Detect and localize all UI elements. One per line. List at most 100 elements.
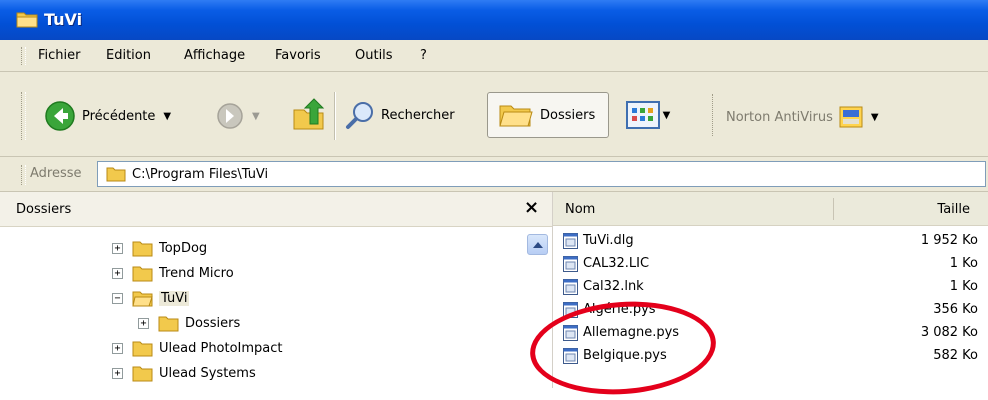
search-label: Rechercher	[381, 107, 455, 123]
up-folder-button[interactable]	[292, 98, 326, 132]
address-path: C:\Program Files\TuVi	[132, 166, 269, 182]
folder-icon	[16, 12, 38, 28]
scroll-up-button[interactable]	[527, 234, 548, 255]
menu-favoris[interactable]: Favoris	[275, 48, 321, 63]
folders-label: Dossiers	[540, 107, 596, 123]
folder-icon	[132, 266, 153, 282]
file-icon	[563, 302, 578, 318]
chevron-up-icon	[532, 242, 543, 248]
address-field[interactable]: C:\Program Files\TuVi	[97, 161, 986, 187]
norton-icon	[839, 106, 863, 128]
file-size: 1 Ko	[949, 279, 978, 294]
file-row[interactable]: TuVi.dlg 1 952 Ko	[563, 230, 978, 253]
tree-item-dossiers[interactable]: + Dossiers	[138, 311, 240, 335]
expand-icon[interactable]: +	[112, 367, 123, 379]
norton-label: Norton AntiVirus	[726, 109, 833, 125]
folders-pane: Dossiers × + TopDog + Trend Micro − TuVi…	[0, 192, 553, 388]
menu-affichage[interactable]: Affichage	[184, 48, 245, 63]
forward-arrow-icon	[217, 103, 243, 129]
folder-icon	[132, 366, 153, 382]
folders-button[interactable]: Dossiers	[487, 92, 609, 138]
back-button[interactable]: Précédente ▼	[44, 100, 171, 132]
toolbar-grip[interactable]	[21, 92, 26, 140]
file-name: Allemagne.pys	[583, 325, 680, 340]
tree-item-label: Ulead Systems	[159, 365, 256, 381]
forward-dropdown-icon[interactable]: ▼	[252, 111, 260, 122]
toolbar: Précédente ▼ ▼ Rechercher Dossiers ▼ Nor…	[0, 72, 988, 157]
views-icon	[625, 101, 660, 129]
folders-pane-header: Dossiers ×	[0, 192, 552, 227]
menu-help[interactable]: ?	[420, 48, 427, 63]
toolbar-separator	[334, 92, 336, 140]
file-list-header: Nom Taille	[553, 192, 988, 226]
tree-item-trend-micro[interactable]: + Trend Micro	[112, 261, 234, 285]
file-name: Belgique.pys	[583, 348, 667, 363]
back-arrow-icon	[45, 101, 75, 131]
menu-bar: Fichier Edition Affichage Favoris Outils…	[0, 40, 988, 72]
file-row[interactable]: Allemagne.pys 3 082 Ko	[563, 322, 978, 345]
tree-item-tuvi[interactable]: − TuVi	[112, 286, 190, 310]
file-icon	[563, 325, 578, 341]
file-name: Cal32.lnk	[583, 279, 644, 294]
back-label: Précédente	[82, 108, 156, 124]
file-row[interactable]: Cal32.lnk 1 Ko	[563, 276, 978, 299]
shortcut-file-icon	[563, 279, 578, 295]
tree-item-label: Trend Micro	[159, 265, 234, 281]
norton-dropdown-icon[interactable]: ▼	[871, 112, 879, 123]
menu-outils[interactable]: Outils	[355, 48, 393, 63]
file-size: 356 Ko	[933, 302, 978, 317]
address-label: Adresse	[30, 166, 82, 181]
title-bar[interactable]: TuVi	[0, 0, 988, 40]
tree-item-label: Dossiers	[185, 315, 241, 331]
tree-item-topdog[interactable]: + TopDog	[112, 236, 207, 260]
tree-item-ulead-systems[interactable]: + Ulead Systems	[112, 361, 256, 385]
address-grip[interactable]	[21, 165, 26, 185]
folder-icon	[106, 167, 126, 182]
file-size: 3 082 Ko	[920, 325, 978, 340]
menu-grip[interactable]	[21, 47, 26, 65]
file-row[interactable]: CAL32.LIC 1 Ko	[563, 253, 978, 276]
norton-antivirus-button[interactable]: Norton AntiVirus ▼	[726, 106, 879, 128]
file-name: Algérie.pys	[583, 302, 656, 317]
file-size: 1 Ko	[949, 256, 978, 271]
window-title: TuVi	[44, 10, 83, 29]
file-icon	[563, 348, 578, 364]
norton-grip[interactable]	[712, 94, 716, 136]
back-dropdown-icon[interactable]: ▼	[163, 111, 171, 122]
search-button[interactable]: Rechercher	[345, 100, 455, 130]
file-icon	[563, 233, 578, 249]
open-folder-icon	[132, 291, 153, 307]
file-row[interactable]: Belgique.pys 582 Ko	[563, 345, 978, 368]
file-size: 1 952 Ko	[920, 233, 978, 248]
up-folder-icon	[293, 98, 325, 130]
close-icon[interactable]: ×	[524, 197, 539, 218]
folder-icon	[132, 341, 153, 357]
tree-item-ulead-photoimpact[interactable]: + Ulead PhotoImpact	[112, 336, 283, 360]
file-icon	[563, 256, 578, 272]
views-button[interactable]: ▼	[616, 94, 680, 136]
column-header-name[interactable]: Nom	[565, 202, 595, 217]
expand-icon[interactable]: +	[138, 317, 149, 329]
file-list-pane: Nom Taille TuVi.dlg 1 952 Ko CAL32.LIC 1…	[553, 192, 988, 388]
folders-pane-title: Dossiers	[16, 202, 72, 217]
file-row[interactable]: Algérie.pys 356 Ko	[563, 299, 978, 322]
views-dropdown-icon[interactable]: ▼	[663, 110, 671, 121]
search-icon	[346, 102, 373, 129]
tree-item-label: TuVi	[159, 290, 190, 306]
file-size: 582 Ko	[933, 348, 978, 363]
file-name: TuVi.dlg	[583, 233, 634, 248]
expand-icon[interactable]: +	[112, 242, 123, 254]
file-name: CAL32.LIC	[583, 256, 650, 271]
menu-edition[interactable]: Edition	[106, 48, 151, 63]
forward-button[interactable]: ▼	[216, 102, 260, 130]
column-divider[interactable]	[833, 198, 834, 220]
expand-icon[interactable]: +	[112, 342, 123, 354]
address-bar: Adresse C:\Program Files\TuVi	[0, 157, 988, 192]
folder-icon	[132, 241, 153, 257]
expand-icon[interactable]: +	[112, 267, 123, 279]
menu-fichier[interactable]: Fichier	[38, 48, 81, 63]
folder-icon	[158, 316, 179, 332]
tree-item-label: Ulead PhotoImpact	[159, 340, 283, 356]
column-header-size[interactable]: Taille	[937, 202, 970, 217]
collapse-icon[interactable]: −	[112, 292, 123, 304]
